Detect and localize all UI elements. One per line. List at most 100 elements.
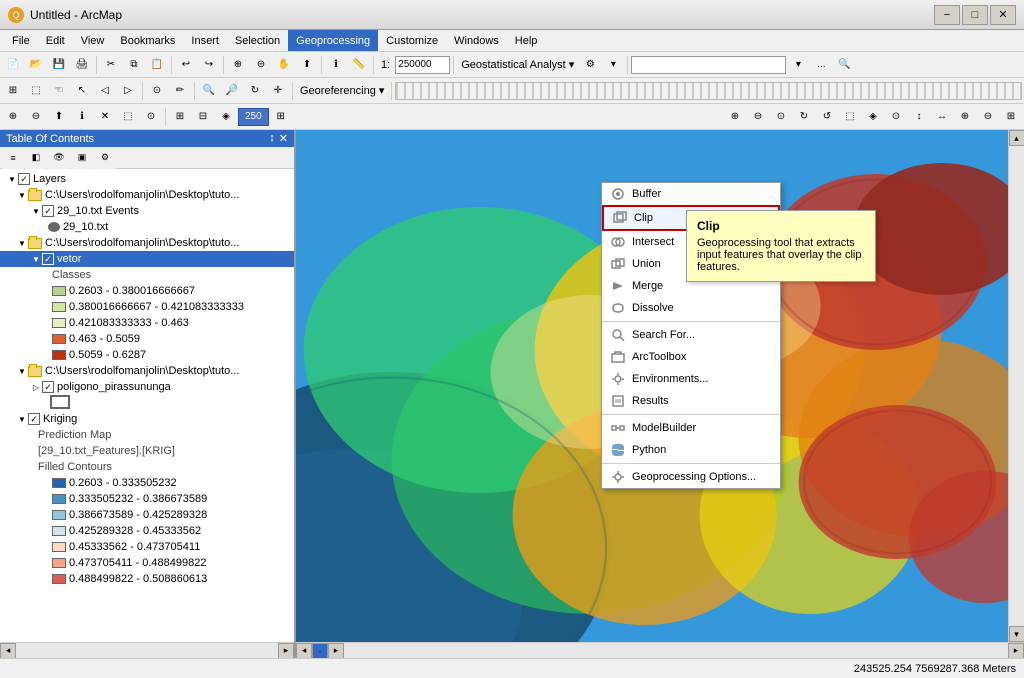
zoom3-2[interactable]: ⊖ [25,106,47,128]
map-scroll-up[interactable]: ▴ [1009,130,1024,146]
toolbar3-j[interactable]: ⬚ [839,106,861,128]
menu-results[interactable]: Results [602,390,780,412]
toc-visibility-view[interactable]: 👁 [48,147,70,169]
layers-expand-icon[interactable]: ▼ [6,173,18,185]
menu-help[interactable]: Help [507,30,546,51]
events-expand[interactable]: ▼ [30,205,42,217]
folder3[interactable]: ▼ C:\Users\rodolfomanjolin\Desktop\tuto.… [0,363,294,379]
ref-scale[interactable]: ⊙ [146,80,168,102]
toolbar3-i[interactable]: ↺ [816,106,838,128]
measure-button[interactable]: 📏 [348,54,370,76]
menu-insert[interactable]: Insert [183,30,227,51]
menu-python[interactable]: Python [602,439,780,461]
identify-button[interactable]: ℹ [325,54,347,76]
rotate-btn[interactable]: ↻ [244,80,266,102]
zoom-forward[interactable]: ▷ [117,80,139,102]
magnifier[interactable]: 🔍 [198,80,220,102]
browse3[interactable]: ⬚ [117,106,139,128]
maximize-button[interactable]: □ [962,5,988,25]
map-scroll-left[interactable]: ◂ [296,643,312,659]
events-layer[interactable]: ▼ ✓ 29_10.txt Events [0,203,294,219]
toolbar3-p[interactable]: ⊖ [977,106,999,128]
kriging-checkbox[interactable]: ✓ [28,413,40,425]
copy-button[interactable]: ⧉ [123,54,145,76]
folder3-expand[interactable]: ▼ [16,365,28,377]
pan-button[interactable]: ✋ [273,54,295,76]
toolbar3-f[interactable]: ⊖ [747,106,769,128]
scroll-right-arrow[interactable]: ▸ [278,643,294,659]
pan-hand[interactable]: ☜ [48,80,70,102]
magnifier2[interactable]: 🔎 [221,80,243,102]
poligono-expand[interactable]: ▷ [30,381,42,393]
menu-view[interactable]: View [73,30,113,51]
crosshair[interactable]: ✛ [267,80,289,102]
layers-root[interactable]: ▼ ✓ Layers [0,171,294,187]
print-button[interactable]: 🖨 [71,54,93,76]
map-scroll-right[interactable]: ▸ [1008,643,1024,659]
menu-windows[interactable]: Windows [446,30,507,51]
menu-geoprocessing-options[interactable]: Geoprocessing Options... [602,466,780,488]
toc-list-view[interactable]: ≡ [2,147,24,169]
toolbar3-b[interactable]: ⊟ [192,106,214,128]
combo-arrow[interactable]: ▾ [787,54,809,76]
analyst-combo[interactable] [631,56,786,74]
minimize-button[interactable]: − [934,5,960,25]
scale-input[interactable] [395,56,450,74]
save-button[interactable]: 💾 [48,54,70,76]
menu-file[interactable]: File [4,30,38,51]
menu-selection[interactable]: Selection [227,30,288,51]
combo-browse[interactable]: ... [810,54,832,76]
select-button[interactable]: ⬆ [296,54,318,76]
toolbar3-l[interactable]: ⊙ [885,106,907,128]
txt-sublayer[interactable]: 29_10.txt [0,219,294,235]
toolbar3-d[interactable]: ⊞ [270,106,292,128]
mag3[interactable]: ⊙ [140,106,162,128]
toolbar3-o[interactable]: ⊕ [954,106,976,128]
toolbar3-e[interactable]: ⊕ [724,106,746,128]
toc-close[interactable]: ✕ [279,132,288,145]
menu-bookmarks[interactable]: Bookmarks [112,30,183,51]
zoom-full[interactable]: ⊞ [2,80,24,102]
zoom3-1[interactable]: ⊕ [2,106,24,128]
new-button[interactable]: 📄 [2,54,24,76]
menu-arctoolbox[interactable]: ArcToolbox [602,346,780,368]
zoom-select[interactable]: ⬚ [25,80,47,102]
editor-btn[interactable]: ✏ [169,80,191,102]
folder1-expand[interactable]: ▼ [16,189,28,201]
redo-button[interactable]: ↪ [198,54,220,76]
cut-button[interactable]: ✂ [100,54,122,76]
folder1[interactable]: ▼ C:\Users\rodolfomanjolin\Desktop\tuto.… [0,187,294,203]
analyst-icon[interactable]: ⚙ [579,54,601,76]
zoom-in-button[interactable]: ⊕ [227,54,249,76]
map-scroll-step2[interactable]: ▸ [328,643,344,659]
select3[interactable]: ⬆ [48,106,70,128]
toolbar3-k[interactable]: ◈ [862,106,884,128]
analyst-expand[interactable]: ▾ [602,54,624,76]
vetor-checkbox[interactable]: ✓ [42,253,54,265]
scroll-left-arrow[interactable]: ◂ [0,643,16,659]
menu-customize[interactable]: Customize [378,30,446,51]
zoom-back[interactable]: ◁ [94,80,116,102]
close-button[interactable]: ✕ [990,5,1016,25]
select2[interactable]: ↖ [71,80,93,102]
poligono-checkbox[interactable]: ✓ [42,381,54,393]
paste-button[interactable]: 📋 [146,54,168,76]
toc-options[interactable]: ⚙ [94,147,116,169]
toc-pin[interactable]: ↕ [269,132,275,145]
scroll-track[interactable] [16,643,278,658]
menu-searchfor[interactable]: Search For... [602,324,780,346]
map-scroll-down[interactable]: ▾ [1009,626,1024,642]
menu-edit[interactable]: Edit [38,30,73,51]
map-vtrack[interactable] [1009,146,1024,626]
open-button[interactable]: 📂 [25,54,47,76]
map-htrack[interactable] [344,643,1008,658]
toolbar3-g[interactable]: ⊙ [770,106,792,128]
folder2-expand[interactable]: ▼ [16,237,28,249]
toolbar3-q[interactable]: ⊞ [1000,106,1022,128]
toolbar3-h[interactable]: ↻ [793,106,815,128]
combo-zoom[interactable]: 🔍 [833,54,855,76]
menu-modelbuilder[interactable]: ModelBuilder [602,417,780,439]
menu-buffer[interactable]: Buffer [602,183,780,205]
undo-button[interactable]: ↩ [175,54,197,76]
toolbar3-a[interactable]: ⊞ [169,106,191,128]
